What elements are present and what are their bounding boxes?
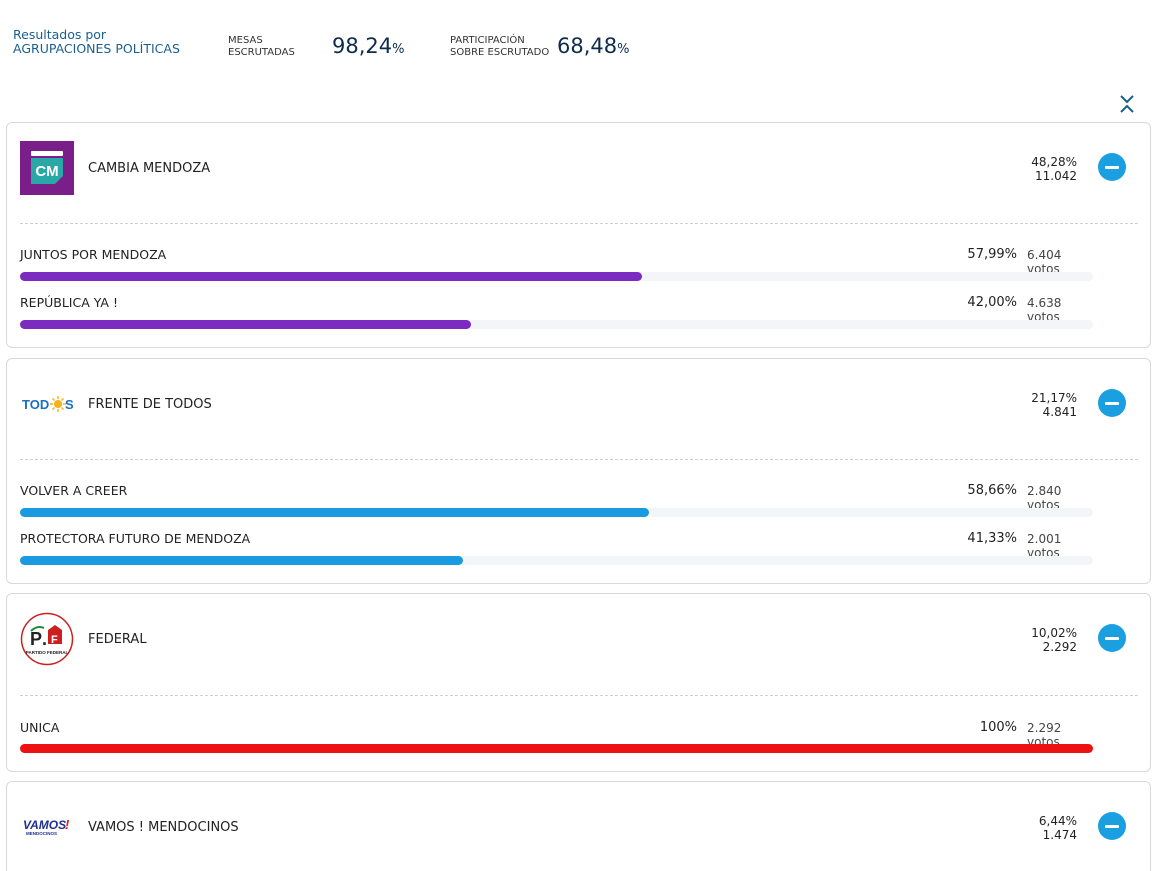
- party-percentage: 10,02%: [1031, 626, 1077, 640]
- collapse-party-button[interactable]: [1098, 624, 1126, 652]
- party-percentage: 21,17%: [1031, 391, 1077, 405]
- list-progress-track: [20, 508, 1093, 517]
- list-progress-bar: [20, 320, 471, 329]
- svg-text:S: S: [65, 397, 74, 412]
- party-name: VAMOS ! MENDOCINOS: [88, 820, 239, 835]
- divider: [20, 695, 1138, 696]
- divider: [20, 459, 1138, 460]
- party-votes: 4.841: [1042, 405, 1077, 419]
- collapse-party-button[interactable]: [1098, 153, 1126, 181]
- participacion-label: PARTICIPACIÓN SOBRE ESCRUTADO: [450, 35, 549, 59]
- mesas-value-number: 98,24: [332, 34, 393, 58]
- federal-logo-subtext: PARTIDO FEDERAL: [26, 650, 69, 655]
- mesas-label: MESAS ESCRUTADAS: [228, 35, 295, 59]
- list-name: VOLVER A CREER: [20, 483, 128, 498]
- frente-de-todos-logo: TOD S: [20, 377, 74, 431]
- list-percentage: 42,00%: [967, 295, 1017, 310]
- minus-circle-icon: [1105, 824, 1119, 828]
- party-percentage: 6,44%: [1038, 814, 1077, 828]
- list-name: UNICA: [20, 720, 60, 735]
- minus-circle-icon: [1105, 401, 1119, 405]
- party-card-cambia-mendoza: CM CAMBIA MENDOZA 48,28% 11.042 JUNTOS P…: [6, 122, 1151, 348]
- list-progress-track: [20, 556, 1093, 565]
- vamos-mendocinos-logo: VAMOS ! MENDOCINOS: [20, 800, 74, 854]
- minus-circle-icon: [1105, 165, 1119, 169]
- mesas-label-line-2: ESCRUTADAS: [228, 47, 295, 58]
- title-line-2: AGRUPACIONES POLÍTICAS: [13, 41, 180, 56]
- list-progress-bar: [20, 556, 464, 565]
- list-name: JUNTOS POR MENDOZA: [20, 247, 167, 262]
- svg-text:F: F: [51, 634, 58, 646]
- page-title: Resultados por AGRUPACIONES POLÍTICAS: [13, 28, 180, 56]
- party-name: CAMBIA MENDOZA: [88, 161, 211, 176]
- mesas-value: 98,24%: [332, 34, 404, 58]
- party-votes: 2.292: [1042, 640, 1077, 654]
- divider: [20, 223, 1138, 224]
- list-name: REPÚBLICA YA !: [20, 295, 118, 310]
- list-progress-track: [20, 744, 1093, 753]
- party-stats: 48,28% 11.042: [1031, 155, 1077, 183]
- party-card-frente-de-todos: TOD S FRENTE DE TODOS 21,17% 4.841 VOLVE…: [6, 358, 1151, 584]
- party-name: FEDERAL: [88, 632, 147, 647]
- participacion-label-line-1: PARTICIPACIÓN: [450, 35, 525, 46]
- party-name: FRENTE DE TODOS: [88, 397, 212, 412]
- partido-federal-logo: P . F PARTIDO FEDERAL: [20, 612, 74, 666]
- list-progress-track: [20, 320, 1093, 329]
- party-stats: 10,02% 2.292: [1031, 626, 1077, 654]
- party-percentage: 48,28%: [1031, 155, 1077, 169]
- list-progress-track: [20, 272, 1093, 281]
- title-line-1: Resultados por: [13, 27, 107, 42]
- svg-text:.: .: [42, 629, 47, 649]
- party-card-federal: P . F PARTIDO FEDERAL FEDERAL 10,02% 2.2…: [6, 593, 1151, 772]
- mesas-percent-sign: %: [392, 42, 405, 57]
- party-stats: 6,44% 1.474: [1039, 814, 1077, 842]
- list-percentage: 100%: [979, 720, 1017, 735]
- cambia-logo-text: CM: [35, 163, 58, 180]
- list-progress-bar: [20, 744, 1093, 753]
- collapse-all-icon[interactable]: [1117, 93, 1137, 115]
- list-name: PROTECTORA FUTURO DE MENDOZA: [20, 531, 251, 546]
- list-progress-bar: [20, 272, 643, 281]
- party-votes: 1.474: [1042, 828, 1077, 842]
- svg-text:VAMOS: VAMOS: [23, 818, 66, 832]
- list-progress-bar: [20, 508, 650, 517]
- collapse-party-button[interactable]: [1098, 812, 1126, 840]
- list-percentage: 41,33%: [967, 531, 1017, 546]
- vamos-logo-subtext: MENDOCINOS: [26, 831, 57, 836]
- participacion-percent-sign: %: [617, 42, 630, 57]
- participacion-label-line-2: SOBRE ESCRUTADO: [450, 47, 550, 58]
- party-card-vamos-mendocinos: VAMOS ! MENDOCINOS VAMOS ! MENDOCINOS 6,…: [6, 781, 1151, 871]
- results-header: Resultados por AGRUPACIONES POLÍTICAS ME…: [0, 0, 1158, 90]
- list-percentage: 58,66%: [967, 483, 1017, 498]
- cambia-mendoza-logo: CM: [20, 141, 74, 195]
- minus-circle-icon: [1105, 636, 1119, 640]
- svg-text:!: !: [65, 817, 70, 832]
- svg-text:P: P: [30, 629, 42, 649]
- svg-text:TOD: TOD: [22, 397, 49, 412]
- party-stats: 21,17% 4.841: [1031, 391, 1077, 419]
- participacion-value: 68,48%: [557, 34, 629, 58]
- party-votes: 11.042: [1035, 169, 1077, 183]
- list-percentage: 57,99%: [967, 247, 1017, 262]
- participacion-value-number: 68,48: [557, 34, 618, 58]
- mesas-label-line-1: MESAS: [228, 35, 263, 46]
- collapse-party-button[interactable]: [1098, 389, 1126, 417]
